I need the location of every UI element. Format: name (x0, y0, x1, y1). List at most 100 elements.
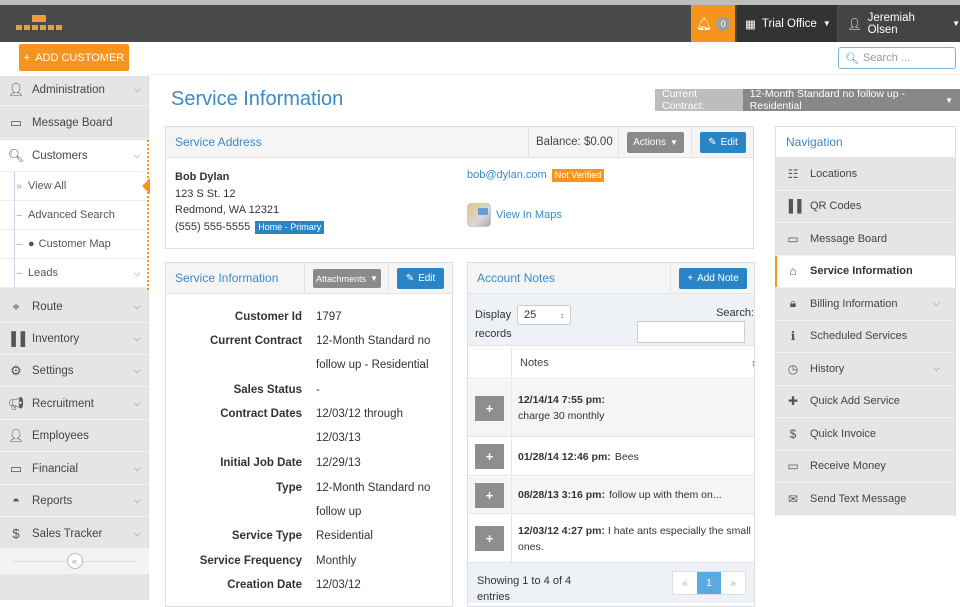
page-title: Service Information (171, 88, 344, 110)
sidebar-sub-leads[interactable]: – Leads ⌵ (0, 259, 149, 288)
pagination: « 1 » (672, 571, 746, 595)
notes-search-input[interactable] (637, 321, 745, 343)
user-icon: 👤︎ (847, 18, 862, 31)
notification-count: 0 (716, 16, 731, 31)
page-1-button[interactable]: 1 (697, 572, 721, 594)
caret-down-icon: ▼ (370, 274, 378, 283)
nav-item-quick-add-service[interactable]: ✚ Quick Add Service (776, 386, 955, 418)
notes-column-header[interactable]: Notes ↕ (512, 347, 755, 378)
notifications-button[interactable]: 🔔︎ 0 (691, 5, 735, 42)
nav-item-qr-codes[interactable]: ▐▐ QR Codes (776, 191, 955, 223)
nav-item-service-information[interactable]: ⌂ Service Information (775, 255, 955, 288)
table-footer: Showing 1 to 4 of 4 entries « 1 » (468, 563, 754, 603)
search-icon: 🔍︎ (7, 147, 25, 163)
next-page-button[interactable]: » (721, 572, 745, 594)
service-address-panel: Service Address Balance: $0.00 Actions ▼… (165, 126, 754, 249)
add-note-button[interactable]: + Add Note (679, 268, 747, 289)
map-marker-icon: ⌖ (12, 298, 20, 314)
sidebar-item-reports[interactable]: ◓ Reports ⌵ (0, 485, 149, 517)
view-in-maps-link[interactable]: View In Maps (467, 203, 562, 227)
note-row: + 08/28/13 3:16 pm: follow up with them o… (468, 477, 754, 514)
sidebar-collapse[interactable]: « (0, 548, 149, 574)
sidebar-sub-customer-map[interactable]: – ● Customer Map (0, 230, 149, 259)
expand-note-button[interactable]: + (475, 444, 504, 469)
sidebar-item-settings[interactable]: ⚙ Settings ⌵ (0, 355, 149, 387)
caret-down-icon: ▼ (945, 95, 953, 105)
chevron-down-icon: ⌵ (133, 528, 141, 538)
street: 123 S St. 12 (175, 187, 236, 200)
not-verified-badge: Not Verified (551, 169, 605, 182)
user-icon: 👤︎ (7, 81, 25, 97)
chevron-down-icon: ⌵ (933, 298, 940, 309)
edit-address-button[interactable]: ✎ Edit (700, 132, 746, 153)
sidebar-item-inventory[interactable]: ▐▐ Inventory ⌵ (0, 323, 149, 355)
phone: (555) 555-5555 (175, 220, 251, 233)
chevron-down-icon: ⌵ (133, 333, 141, 343)
chevron-down-icon: ⌵ (133, 150, 141, 160)
sidebar-item-administration[interactable]: 👤︎ Administration ⌵ (0, 74, 149, 106)
records-per-page-select[interactable]: 25 ↕ (517, 305, 571, 325)
sidebar-item-message-board[interactable]: ▭ Message Board (0, 107, 149, 139)
nav-item-message-board[interactable]: ▭ Message Board (776, 223, 955, 256)
nav-item-locations[interactable]: ☷ Locations (776, 158, 955, 191)
chevron-down-icon: ⌵ (933, 363, 940, 374)
search-input[interactable]: 🔍︎ Search ... (838, 47, 956, 69)
sidebar-item-recruitment[interactable]: 📢︎ Recruitment ⌵ (0, 388, 149, 420)
nav-item-scheduled-services[interactable]: ℹ Scheduled Services (776, 321, 955, 353)
sidebar-sub-view-all[interactable]: » View All (0, 172, 149, 201)
sitemap-icon: ☷ (787, 166, 799, 181)
expand-note-button[interactable]: + (475, 482, 504, 508)
caret-down-icon: ▼ (669, 138, 678, 147)
nav-item-billing-information[interactable]: 🔒︎ Billing Information ⌵ (776, 288, 955, 321)
sidebar-item-customers[interactable]: 🔍︎ Customers ⌵ (0, 140, 149, 172)
city: Redmond, WA 12321 (175, 204, 280, 216)
sidebar-sub-advanced-search[interactable]: – Advanced Search (0, 201, 149, 230)
account-notes-panel: Account Notes + Add Note Display records… (467, 262, 755, 607)
actions-button[interactable]: Actions ▼ (627, 132, 684, 153)
prev-page-button[interactable]: « (673, 572, 697, 594)
note-row: + 01/28/14 12:46 pm: Bees (468, 438, 754, 476)
showing-entries: Showing 1 to 4 of 4 entries (477, 575, 572, 603)
user-dropdown[interactable]: 👤︎ Jeremiah Olsen ▼ (839, 5, 960, 42)
logo[interactable] (16, 15, 64, 35)
grid-icon: ▦ (745, 18, 756, 31)
user-label: Jeremiah Olsen (867, 11, 915, 36)
barcode-icon: ▐▐ (784, 199, 802, 214)
sort-icon: ↕ (752, 358, 755, 368)
chevron-down-icon: ⌵ (133, 267, 141, 278)
sidebar-item-financial[interactable]: ▭ Financial ⌵ (0, 453, 149, 485)
balance: Balance: $0.00 (536, 136, 613, 148)
current-contract-dropdown[interactable]: Current Contract: 12-Month Standard no f… (655, 88, 960, 112)
office-dropdown[interactable]: ▦ Trial Office ▼ (737, 5, 837, 42)
nav-item-quick-invoice[interactable]: $ Quick Invoice (776, 418, 955, 451)
table-controls: Display records 25 ↕ Search: (468, 294, 754, 346)
email-link[interactable]: bob@dylan.com (467, 169, 547, 181)
chevron-down-icon: ⌵ (133, 495, 141, 505)
sidebar-item-employees[interactable]: 👤︎ Employees (0, 420, 149, 452)
expand-note-button[interactable]: + (475, 526, 504, 551)
active-indicator (142, 178, 150, 194)
attachments-button[interactable]: Attachments ▼ (313, 269, 381, 288)
edit-icon: ✎ (405, 273, 415, 284)
navigation-panel: Navigation ☷ Locations ▐▐ QR Codes ▭ Messag… (775, 126, 956, 516)
clock-icon: ◷ (787, 361, 799, 376)
dollar-icon: $ (12, 526, 20, 541)
map-icon (467, 203, 491, 227)
sidebar-item-sales-tracker[interactable]: $ Sales Tracker ⌵ (0, 518, 149, 550)
collapse-icon[interactable]: « (66, 553, 83, 569)
sidebar-item-route[interactable]: ⌖ Route ⌵ (0, 291, 149, 323)
expand-note-button[interactable]: + (475, 395, 504, 421)
account-notes-title: Account Notes (477, 271, 556, 285)
globe-icon: ● (28, 238, 35, 250)
edit-service-button[interactable]: ✎ Edit (397, 268, 444, 289)
message-board-icon: ▭ (9, 114, 23, 130)
nav-item-send-text-message[interactable]: ✉ Send Text Message (776, 483, 955, 516)
caret-down-icon: ▼ (952, 19, 960, 28)
sort-icon: ↕ (560, 310, 564, 320)
nav-item-history[interactable]: ◷ History ⌵ (776, 353, 955, 386)
barcode-icon: ▐▐ (6, 331, 26, 346)
message-board-icon: ▭ (787, 231, 799, 246)
nav-item-receive-money[interactable]: ▭ Receive Money (776, 451, 955, 483)
add-customer-button[interactable]: + ADD CUSTOMER (19, 44, 129, 71)
navigation-title: Navigation (776, 127, 955, 158)
